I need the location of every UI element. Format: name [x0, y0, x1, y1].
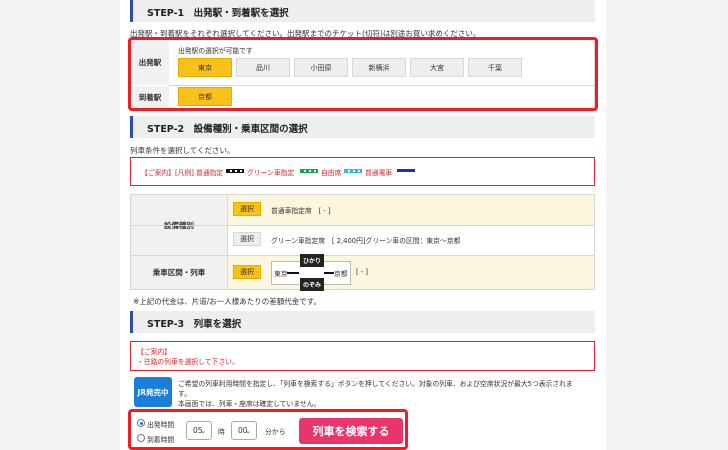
step2-title: STEP-2 設備種別・乗車区間の選択: [147, 124, 308, 135]
highlight-search-box: [128, 409, 408, 450]
select-standard-reserved-button[interactable]: 選択: [233, 202, 261, 216]
legend-normal-swatch: [397, 169, 415, 172]
standard-reserved-text: 普通車指定席 [ - ]: [271, 207, 331, 215]
route-line-right: [324, 272, 334, 274]
legend-free: 自由席: [321, 169, 342, 177]
step1-header: STEP-1 出発駅・到着駅を選択: [130, 0, 595, 22]
step3-header: STEP-3 列車を選択: [130, 311, 595, 333]
step2-instruction: 列車条件を選択してください。: [130, 146, 235, 155]
route-from: 東京: [274, 270, 288, 278]
train-name-nozomi: のぞみ: [300, 278, 324, 291]
price-footnote: ※上記の代金は、片道/お一人様あたりの差額代金です。: [133, 297, 322, 306]
legend-green: グリーン車指定: [247, 169, 295, 177]
legend-reserved-swatch: [226, 169, 244, 173]
left-margin: [0, 0, 120, 450]
train-name-hikari: ひかり: [300, 254, 324, 267]
step3-desc-line3: 本画面では、列車・座席は確定していません。: [178, 400, 321, 408]
step3-desc-line2: す。: [178, 390, 191, 398]
route-price: [ - ]: [356, 268, 369, 276]
facility-col-divider: [227, 195, 228, 289]
right-margin: [606, 0, 728, 450]
step3-notice-title: 【ご案内】: [137, 348, 171, 356]
legend-prefix: 【ご案内】[凡例] 普通指定: [141, 169, 224, 177]
route-to: 京都: [334, 270, 348, 278]
step2-header: STEP-2 設備種別・乗車区間の選択: [130, 116, 595, 138]
select-green-reserved-button[interactable]: 選択: [233, 232, 261, 246]
facility-divider: [131, 225, 594, 226]
route-line-left: [287, 272, 299, 274]
select-route-button[interactable]: 選択: [233, 265, 261, 279]
step3-notice-body: ・往路の列車を選択して下さい。: [137, 358, 239, 366]
highlight-station-box: [128, 37, 598, 111]
legend-green-swatch: [300, 169, 318, 173]
legend-free-swatch: [344, 169, 362, 173]
step3-title: STEP-3 列車を選択: [147, 319, 242, 330]
step1-title: STEP-1 出発駅・到着駅を選択: [147, 8, 289, 19]
green-reserved-text: グリーン車指定席 [ 2,400円]グリーン車の区間：東京〜京都: [271, 237, 461, 245]
jr-on-sale-badge: JR発売中: [134, 377, 172, 407]
route-label: 乗車区間・列車: [131, 256, 227, 289]
step3-desc-line1: ご希望の列車利用時間を指定し、「列車を検索する」ボタンを押してください。対象の列…: [178, 380, 573, 388]
legend-normal: 普通電車: [365, 169, 393, 177]
